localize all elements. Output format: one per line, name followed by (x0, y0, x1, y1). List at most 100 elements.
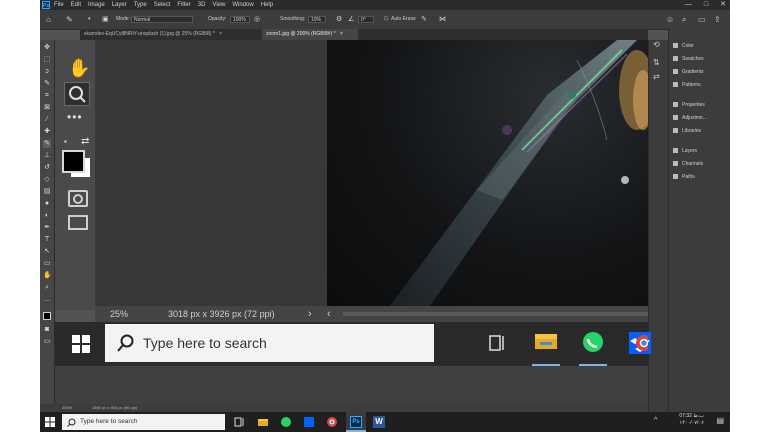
tab-close-icon[interactable]: × (219, 31, 222, 37)
path-select-tool-icon[interactable]: ↖ (43, 248, 51, 256)
auto-erase-checkbox[interactable]: ☐ (384, 10, 388, 29)
more-tools-icon[interactable]: … (43, 296, 51, 304)
history-brush-tool-icon[interactable]: ↺ (43, 164, 51, 172)
foreground-color-swatch-large[interactable] (62, 150, 85, 173)
panel-adjustments[interactable]: Adjustme... (673, 114, 707, 122)
panel-swatches[interactable]: Swatches (673, 55, 704, 63)
menu-type[interactable]: Type (134, 0, 147, 10)
panel-properties[interactable]: Properties (673, 101, 705, 109)
scroll-left-icon[interactable]: ‹ (327, 306, 331, 322)
chrome-icon[interactable] (326, 416, 338, 428)
zoom-tool-selected[interactable] (64, 82, 90, 106)
menu-edit[interactable]: Edit (71, 0, 81, 10)
quick-mask-icon[interactable]: ◙ (43, 326, 51, 334)
pressure-size-icon[interactable]: ✎ (421, 10, 427, 29)
more-tools-icon-large[interactable]: ••• (67, 110, 83, 124)
foreground-color-swatch[interactable] (43, 312, 51, 320)
screen-mode-icon-large[interactable] (68, 215, 88, 230)
screen-mode-icon[interactable]: ▭ (43, 338, 51, 346)
notification-icon[interactable]: ▤ (716, 416, 724, 425)
zoom-level[interactable]: 25% (110, 306, 128, 322)
menu-help[interactable]: Help (261, 0, 273, 10)
dropbox-icon[interactable] (303, 416, 315, 428)
panel-libraries[interactable]: Libraries (673, 127, 701, 135)
minimize-button[interactable]: — (685, 0, 692, 10)
tab-close-icon[interactable]: × (340, 31, 343, 37)
crop-tool-icon[interactable]: ⌗ (43, 92, 51, 100)
panel-paths[interactable]: Paths (673, 173, 695, 181)
eyedropper-tool-icon[interactable]: ⁄ (43, 116, 51, 124)
share-icon[interactable]: ⇪ (714, 10, 721, 29)
menu-filter[interactable]: Filter (177, 0, 190, 10)
user-icon[interactable]: ☺ (666, 10, 674, 29)
tab-document-2[interactable]: zoom1.jpg @ 200% (RGB/8#) * × (262, 29, 358, 40)
lasso-tool-icon[interactable]: ↄ (43, 68, 51, 76)
whatsapp-icon[interactable] (280, 416, 292, 428)
search-icon[interactable]: ⌕ (682, 10, 686, 29)
gradient-tool-icon[interactable]: ▤ (43, 188, 51, 196)
panel-channels[interactable]: Channels (673, 160, 703, 168)
panel-color[interactable]: Color (673, 42, 694, 50)
menu-window[interactable]: Window (232, 0, 253, 10)
search-box-large[interactable]: Type here to search (105, 324, 434, 362)
blur-tool-icon[interactable]: ● (43, 200, 51, 208)
document-canvas-photo[interactable] (327, 40, 648, 310)
marquee-tool-icon[interactable]: ⬚ (43, 56, 51, 64)
windows-start-icon[interactable] (45, 417, 55, 427)
zoom-tool-icon[interactable]: ⌕ (43, 284, 51, 292)
menu-view[interactable]: View (212, 0, 225, 10)
brush-panel-icon[interactable]: ▣ (102, 10, 109, 29)
menu-file[interactable]: File (54, 0, 64, 10)
swap-colors-icon[interactable]: ⇄ (81, 136, 89, 147)
whatsapp-taskbar-large[interactable] (579, 330, 607, 366)
pencil-tool-icon[interactable]: ✎ (43, 140, 51, 148)
panel-layers[interactable]: Layers (673, 147, 697, 155)
pencil-icon[interactable]: ✎ (66, 10, 73, 29)
chrome-icon-large[interactable] (632, 334, 648, 352)
status-arrow-right-icon[interactable]: › (308, 306, 312, 322)
opacity-field[interactable]: 100% (230, 16, 250, 23)
gear-icon[interactable]: ⚙ (336, 10, 342, 29)
task-view-icon[interactable] (234, 416, 246, 428)
history-panel-icon[interactable]: ⟲ (653, 40, 660, 49)
mode-select[interactable]: Normal (131, 16, 193, 23)
default-colors-icon[interactable]: ▪ (64, 137, 67, 146)
symmetry-icon[interactable]: ⋈ (439, 10, 446, 29)
healing-tool-icon[interactable]: ✚ (43, 128, 51, 136)
home-icon[interactable]: ⌂ (46, 10, 51, 29)
menu-3d[interactable]: 3D (198, 0, 206, 10)
tray-arrow-icon[interactable]: ^ (654, 417, 657, 424)
folder-icon[interactable] (257, 416, 269, 428)
properties-panel-icon[interactable]: ⇅ (653, 58, 660, 67)
pressure-opacity-icon[interactable]: ◎ (254, 10, 260, 29)
hand-tool-icon[interactable]: ✋ (43, 272, 52, 280)
stamp-tool-icon[interactable]: ⊥ (43, 152, 51, 160)
horizontal-scrollbar[interactable] (343, 312, 648, 316)
close-button[interactable]: ✕ (720, 0, 726, 10)
photoshop-taskbar-button[interactable]: Ps (346, 412, 366, 432)
workspace-icon[interactable]: ▭ (698, 10, 706, 29)
tab-document-1[interactable]: skamdev-EqUCyl8NRiY-unsplash (1).jpg @ 2… (80, 29, 260, 40)
menu-select[interactable]: Select (154, 0, 171, 10)
smoothing-field[interactable]: 10% (308, 16, 326, 23)
hand-tool-icon-large[interactable]: ✋ (68, 58, 90, 79)
frame-tool-icon[interactable]: ⊠ (43, 104, 51, 112)
zoom-level-small[interactable]: 200% (62, 404, 72, 412)
maximize-button[interactable]: □ (704, 0, 708, 10)
type-tool-icon[interactable]: T (43, 236, 51, 244)
menu-image[interactable]: Image (88, 0, 105, 10)
eraser-tool-icon[interactable]: ◇ (43, 176, 51, 184)
file-explorer-taskbar-large[interactable] (532, 330, 560, 366)
panel-gradients[interactable]: Gradients (673, 68, 704, 76)
pen-tool-icon[interactable]: ✒ (43, 224, 51, 232)
clock[interactable]: 07:32 ب.ظ ۱۴۰۰/۰۷/۰۶ (679, 413, 704, 427)
quick-select-tool-icon[interactable]: ✎ (43, 80, 51, 88)
quick-mask-icon-large[interactable] (68, 190, 88, 207)
windows-start-icon-large[interactable] (72, 335, 90, 353)
brush-size-picker[interactable]: ▾ (88, 10, 91, 29)
menu-layer[interactable]: Layer (112, 0, 127, 10)
panel-patterns[interactable]: Patterns (673, 81, 701, 89)
angle-field[interactable]: 0° (358, 16, 374, 23)
brush-settings-icon[interactable]: ⇄ (653, 72, 660, 81)
word-icon[interactable]: W (373, 416, 385, 428)
